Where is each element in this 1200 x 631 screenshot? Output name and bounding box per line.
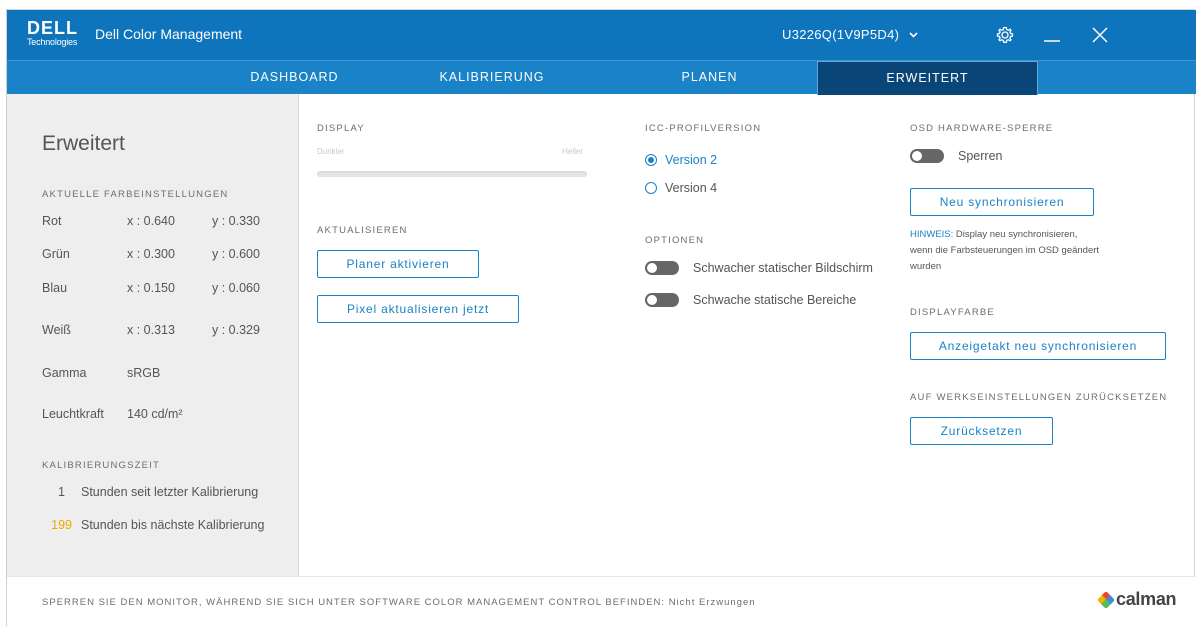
color-y-blue: y : 0.060 [212,281,260,295]
toggle-dim-static-areas-label: Schwache statische Bereiche [693,293,857,307]
app-window: DELL Technologies Dell Color Management … [6,9,1196,627]
hours-since-count: 1 [58,485,65,499]
monitor-name: U3226Q(1V9P5D4) [782,27,900,42]
radio-version-2[interactable]: Version 2 [645,153,717,167]
resync-button[interactable]: Neu synchronisieren [910,188,1094,216]
brightness-slider[interactable] [317,171,587,177]
luminance-label: Leuchtkraft [42,407,104,421]
slider-min-label: Dunkler [317,147,345,156]
reset-button[interactable]: Zurücksetzen [910,417,1053,445]
color-x-red: x : 0.640 [127,214,175,228]
icc-version-label: ICC-PROFILVERSION [645,123,762,134]
lock-monitor-text: SPERREN SIE DEN MONITOR, WÄHREND SIE SIC… [42,597,666,608]
sidebar: Erweitert AKTUELLE FARBEINSTELLUNGEN Rot… [7,94,299,576]
gear-icon[interactable] [993,23,1017,47]
color-x-white: x : 0.313 [127,323,175,337]
main-tabs: DASHBOARD KALIBRIERUNG PLANEN ERWEITERT [7,60,1196,95]
display-label: DISPLAY [317,123,365,134]
current-settings-label: AKTUELLE FARBEINSTELLUNGEN [42,189,229,200]
dell-logo: DELL Technologies [27,19,83,51]
minimize-icon[interactable] [1040,23,1064,47]
toggle-switch[interactable] [645,293,679,307]
color-name-white: Weiß [42,323,71,337]
resync-hint: HINWEIS: Display neu synchronisieren, we… [910,227,1100,275]
tab-erweitert[interactable]: ERWEITERT [817,61,1038,95]
color-y-green: y : 0.600 [212,247,260,261]
title-bar: DELL Technologies Dell Color Management … [7,10,1196,60]
resync-display-clock-button[interactable]: Anzeigetakt neu synchronisieren [910,332,1166,360]
toggle-switch[interactable] [645,261,679,275]
calman-text: calman [1116,589,1177,609]
toggle-dim-static-screen-label: Schwacher statischer Bildschirm [693,261,873,275]
radio-version-2-label: Version 2 [665,153,718,167]
radio-unselected-icon [645,182,657,194]
logo-sub: Technologies [27,37,78,47]
hours-since-text: Stunden seit letzter Kalibrierung [81,485,259,499]
slider-max-label: Heller [562,147,583,156]
calibration-time-label: KALIBRIERUNGSZEIT [42,460,161,471]
calman-diamond-icon [1098,591,1114,608]
color-name-blue: Blau [42,281,68,295]
logo-main: DELL [27,18,78,38]
lock-monitor-value: Nicht Erzwungen [668,597,756,608]
luminance-value: 140 cd/m² [127,407,183,421]
options-label: OPTIONEN [645,235,705,246]
app-title: Dell Color Management [95,26,243,42]
chevron-down-icon [909,31,918,38]
color-name-green: Grün [42,247,70,261]
color-name-red: Rot [42,214,62,228]
osd-lock-label: OSD HARDWARE-SPERRE [910,123,1054,134]
lock-monitor-status: SPERREN SIE DEN MONITOR, WÄHREND SIE SIC… [42,597,756,608]
toggle-dim-static-screen[interactable]: Schwacher statischer Bildschirm [645,261,873,275]
factory-reset-label: AUF WERKSEINSTELLUNGEN ZURÜCKSETZEN [910,392,1168,403]
radio-version-4[interactable]: Version 4 [645,181,717,195]
toggle-osd-lock-label: Sperren [958,149,1003,163]
refresh-pixels-button[interactable]: Pixel aktualisieren jetzt [317,295,519,323]
radio-selected-icon [645,154,657,166]
hours-until-text: Stunden bis nächste Kalibrierung [81,518,265,532]
radio-version-4-label: Version 4 [665,181,718,195]
page-title: Erweitert [42,132,125,155]
color-x-blue: x : 0.150 [127,281,175,295]
hint-prefix: HINWEIS: [910,229,954,240]
gamma-label: Gamma [42,366,87,380]
refresh-label: AKTUALISIEREN [317,225,408,236]
color-x-green: x : 0.300 [127,247,175,261]
activate-planner-button[interactable]: Planer aktivieren [317,250,479,278]
close-icon[interactable] [1088,23,1112,47]
calman-logo: calman [1098,589,1177,610]
gamma-value: sRGB [127,366,161,380]
toggle-switch[interactable] [910,149,944,163]
display-color-label: DISPLAYFARBE [910,307,995,318]
color-y-white: y : 0.329 [212,323,260,337]
monitor-selector[interactable]: U3226Q(1V9P5D4) [782,27,918,42]
footer: SPERREN SIE DEN MONITOR, WÄHREND SIE SIC… [7,576,1196,627]
brightness-slider-labels: Dunkler Heller [317,147,583,156]
toggle-osd-lock[interactable]: Sperren [910,149,1002,163]
hours-until-count: 199 [51,518,72,532]
color-y-red: y : 0.330 [212,214,260,228]
tab-planen[interactable]: PLANEN [567,61,852,95]
toggle-dim-static-areas[interactable]: Schwache statische Bereiche [645,293,856,307]
